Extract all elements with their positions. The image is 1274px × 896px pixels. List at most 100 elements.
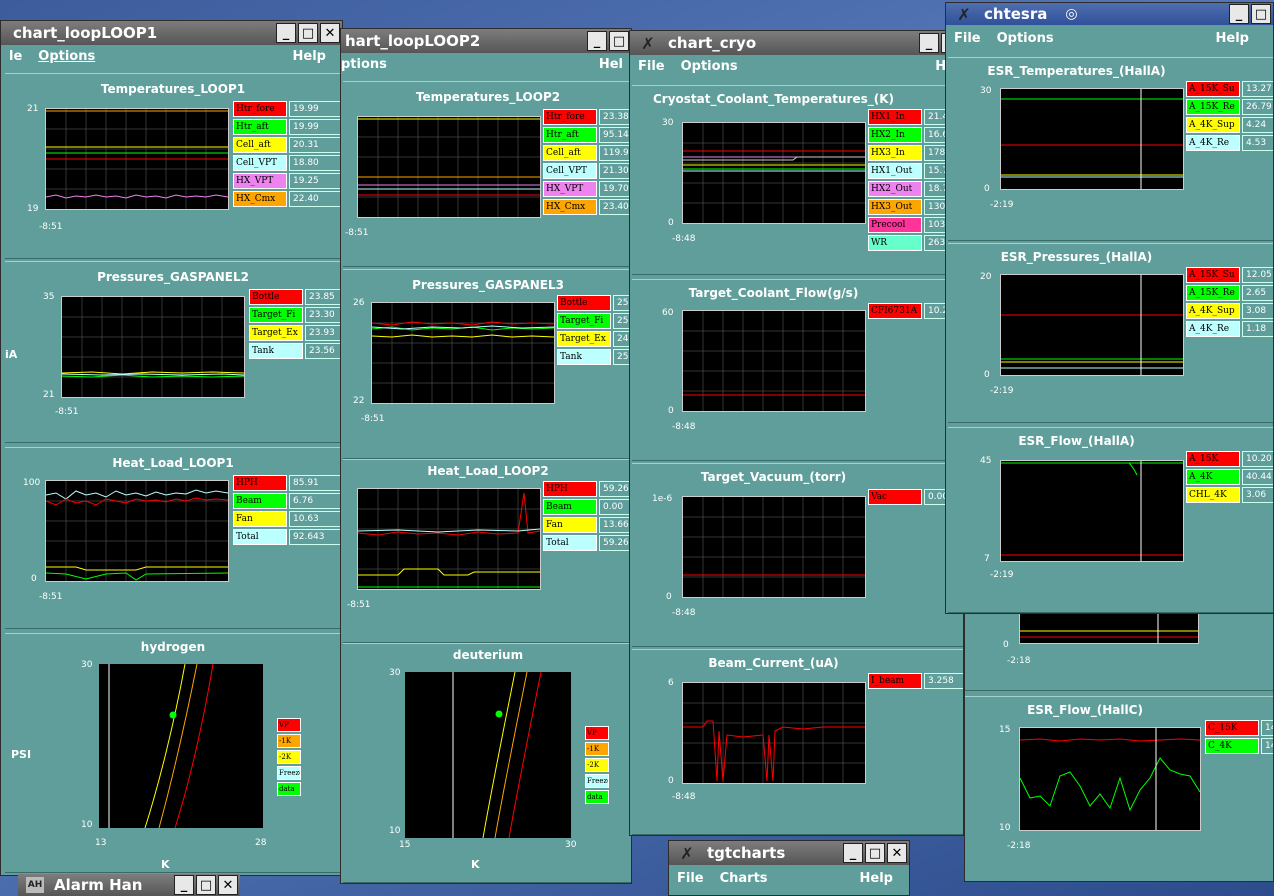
legend-value: 23.93 — [305, 325, 342, 341]
deuterium-title: deuterium — [452, 648, 524, 662]
close-button[interactable]: ✕ — [320, 23, 340, 43]
phase-legend-item: data — [277, 782, 301, 796]
hydrogen-ylabel: PSI — [11, 748, 32, 761]
legend-value: 40.44 — [1242, 469, 1273, 485]
esr-press-ymax: 20 — [980, 272, 992, 282]
menu-options[interactable]: ptions — [341, 57, 395, 72]
legend-row: HPH 59.26 — [543, 480, 631, 498]
heat2-xlab: -8:51 — [347, 600, 371, 610]
menu-file[interactable]: File — [630, 59, 673, 74]
titlebar-loop2[interactable]: hart_loopLOOP2 _ □ — [341, 29, 631, 53]
menu-options[interactable]: Options — [30, 49, 103, 64]
maximize-button[interactable]: □ — [196, 875, 216, 895]
minimize-button[interactable]: _ — [587, 31, 607, 51]
menu-options[interactable]: Options — [989, 31, 1062, 46]
press1-ymin: 21 — [43, 390, 55, 400]
plot-deuterium-phase — [405, 671, 571, 839]
legend-value: 6.76 — [289, 493, 341, 509]
legend-label: CFI6731A — [868, 303, 922, 319]
legend-value: 95.14 — [599, 127, 631, 143]
legend-label: HX2_Out — [868, 181, 922, 197]
minimize-button[interactable]: _ — [276, 23, 296, 43]
legend-row: HX_VPT 19.70 — [543, 180, 631, 198]
esr-flow-hallc-ymax: 15 — [999, 725, 1011, 735]
press1-svg — [61, 297, 245, 397]
press2-xlab: -8:51 — [361, 414, 385, 424]
menu-file[interactable]: File — [946, 31, 989, 46]
legend-label: HPH — [543, 481, 597, 497]
panel-esr-pressures: ESR_Pressures_(HallA) 20 0 -2:19 A_15K_S… — [948, 243, 1273, 423]
legend-value: 13.66 — [599, 517, 631, 533]
titlebar-tgtcharts[interactable]: ✗ tgtcharts _ □ ✕ — [669, 841, 909, 865]
minimize-button[interactable]: _ — [1229, 4, 1249, 24]
menu-options[interactable]: Options — [673, 59, 746, 74]
legend-value: 4.24 — [1242, 117, 1273, 133]
legend-label: HX_VPT — [233, 173, 287, 189]
legend-label: Target_Fi — [249, 307, 303, 323]
legend-row: A_4K_Re 1.18 — [1186, 320, 1273, 338]
menu-charts[interactable]: Charts — [712, 871, 776, 886]
vac-ymin: 0 — [666, 592, 672, 602]
panel-esr-flow-hallc: ESR_Flow_(HallC) 15 10 -2:18 C_15K14.36C… — [965, 696, 1273, 881]
menu-help[interactable]: Help — [852, 871, 901, 886]
legend-value: 14.19 — [1261, 738, 1273, 754]
close-button[interactable]: ✕ — [887, 843, 907, 863]
hydrogen-xlabel: K — [161, 858, 170, 871]
window-title: hart_loopLOOP2 — [345, 32, 481, 50]
esr-flow-hallc-legend: C_15K14.36C_4K14.19 — [1205, 719, 1273, 755]
plot-beam-current — [682, 682, 866, 784]
phase-legend-item: Freeze — [585, 774, 609, 788]
legend-row: Beam 0.00 — [543, 498, 631, 516]
legend-row: Htr_aft 95.14 — [543, 126, 631, 144]
legend-value: 19.99 — [289, 119, 341, 135]
menu-help[interactable]: Hel — [591, 57, 631, 72]
legend-label: Cell_VPT — [543, 163, 597, 179]
maximize-button[interactable]: □ — [609, 31, 629, 51]
legend-label: Precool — [868, 217, 922, 233]
titlebar-alarm[interactable]: AH Alarm Han _ □ ✕ — [18, 874, 240, 896]
legend-row: Target_Fi25.08 — [557, 312, 631, 330]
legend-label: Vac — [868, 489, 922, 505]
titlebar-chtesra[interactable]: ✗ chtesra ◎ _ □ — [946, 3, 1273, 25]
esr-temps-ymax: 30 — [980, 86, 992, 96]
panel-temperatures-loop2: Temperatures_LOOP2 -8:51 Htr_fore 23.38 Ht… — [343, 81, 631, 267]
legend-value: 10.20 — [1242, 451, 1273, 467]
minimize-button[interactable]: _ — [174, 875, 194, 895]
alarm-app-icon: AH — [26, 877, 44, 893]
menu-help[interactable]: Help — [1208, 31, 1257, 46]
esr-press-svg — [1001, 275, 1183, 375]
legend-row: Htr_aft 19.99 — [233, 118, 341, 136]
window-chtesra: ✗ chtesra ◎ _ □ File Options Help ESR_Tem… — [945, 2, 1274, 614]
legend-value: 14.36 — [1261, 720, 1273, 736]
legend-row: Beam 6.76 — [233, 492, 341, 510]
heat1-ymin: 0 — [31, 574, 37, 584]
minimize-button[interactable]: _ — [843, 843, 863, 863]
menu-file[interactable]: le — [1, 49, 30, 64]
legend-label: CHL_4K — [1186, 487, 1240, 503]
legend-label: A_4K_Re — [1186, 321, 1240, 337]
legend-value: 59.26 — [599, 481, 631, 497]
close-button[interactable]: ✕ — [218, 875, 238, 895]
panel-deuterium: deuterium 30 10 15 30 K VP -1K -2K Freeze da… — [343, 643, 631, 883]
legend-value: 22.40 — [289, 191, 341, 207]
esr-temps-ymin: 0 — [984, 184, 990, 194]
legend-label: HX1_Out — [868, 163, 922, 179]
plot-pressures-gp2 — [61, 296, 245, 398]
titlebar-cryo[interactable]: ✗ chart_cryo _□ — [630, 31, 963, 55]
maximize-button[interactable]: □ — [865, 843, 885, 863]
legend-label: HX_Cmx — [233, 191, 287, 207]
minimize-button[interactable]: _ — [919, 33, 939, 53]
legend-label: A_4K_Sup — [1186, 303, 1240, 319]
legend-value: 92.643 — [289, 529, 341, 545]
legend-value: 19.70 — [599, 181, 631, 197]
maximize-button[interactable]: □ — [298, 23, 318, 43]
titlebar-loop1[interactable]: chart_loopLOOP1 _ □ ✕ — [1, 21, 342, 45]
hydrogen-legend: VP -1K -2K Freeze data — [277, 718, 301, 798]
panel-pressures-gaspanel3: Pressures_GASPANEL3 26 22 -8:51 Bottle 25… — [343, 269, 631, 459]
maximize-button[interactable]: □ — [1251, 4, 1271, 24]
menu-help[interactable]: Help — [285, 49, 334, 64]
menu-file[interactable]: File — [669, 871, 712, 886]
flow-ymax: 60 — [662, 308, 674, 318]
vacuum-svg — [683, 497, 865, 597]
legend-row: HX_VPT 19.25 — [233, 172, 341, 190]
